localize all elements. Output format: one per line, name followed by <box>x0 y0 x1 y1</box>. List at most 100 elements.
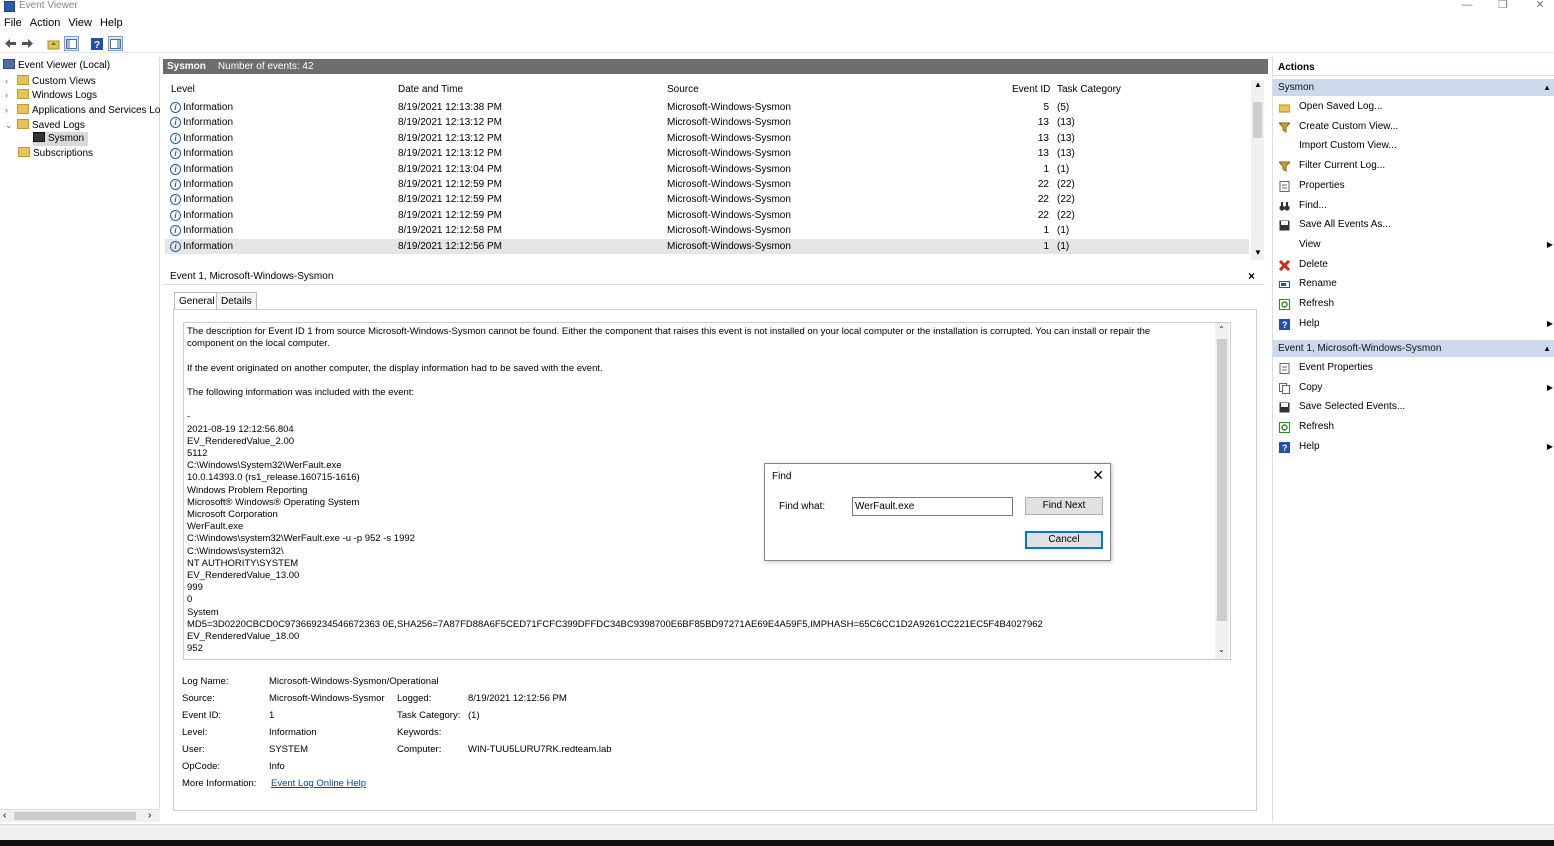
actions-section-event[interactable]: Event 1, Microsoft-Windows-Sysmon ▲ <box>1273 340 1554 357</box>
column-header-date-time[interactable]: Date and Time <box>398 84 463 95</box>
folder-icon <box>17 119 29 129</box>
find-next-button[interactable]: Find Next <box>1025 497 1103 515</box>
scroll-down-icon[interactable]: ▼ <box>1254 248 1262 257</box>
column-header-task-category[interactable]: Task Category <box>1057 84 1121 95</box>
submenu-arrow-icon: ▶ <box>1546 441 1553 451</box>
table-row[interactable]: i Information 8/19/2021 12:12:56 PM Microso… <box>165 238 1249 254</box>
action-label: View <box>1299 238 1321 250</box>
information-icon: i <box>170 225 181 237</box>
show-hide-tree-icon[interactable] <box>64 36 79 51</box>
collapse-icon[interactable]: ▲ <box>1543 340 1551 357</box>
tree-item-custom-views[interactable]: › Custom Views <box>5 74 96 88</box>
close-button[interactable]: ✕ <box>1520 0 1554 12</box>
folder-icon <box>17 104 29 114</box>
level-cell: Information <box>183 163 234 175</box>
menu-view[interactable]: View <box>64 15 96 32</box>
task-category-cell: (1) <box>1057 225 1070 237</box>
action-label: Find... <box>1299 199 1327 211</box>
action-delete[interactable]: Delete <box>1273 255 1554 275</box>
scrollbar-thumb[interactable] <box>14 812 136 820</box>
column-header-level[interactable]: Level <box>171 84 195 95</box>
information-icon: i <box>170 163 181 175</box>
tab-details[interactable]: Details <box>216 292 257 310</box>
menu-file[interactable]: File <box>0 15 26 32</box>
event-id-value: 1 <box>269 710 275 721</box>
chevron-right-icon[interactable]: › <box>5 88 17 102</box>
scrollbar-thumb[interactable] <box>1217 339 1227 621</box>
close-icon[interactable]: ✕ <box>1092 467 1104 484</box>
forward-arrow-icon[interactable] <box>20 36 35 51</box>
table-row[interactable]: i Information 8/19/2021 12:13:12 PM Microso… <box>165 146 1249 161</box>
chevron-right-icon[interactable]: › <box>5 74 17 88</box>
action-save-selected-events[interactable]: Save Selected Events... <box>1273 397 1554 417</box>
date-time-cell: 8/19/2021 12:13:12 PM <box>398 148 502 160</box>
column-header-source[interactable]: Source <box>667 84 699 95</box>
scroll-down-icon[interactable]: ⌄ <box>1218 645 1225 654</box>
tree-horizontal-scrollbar[interactable]: ‹ › <box>0 809 160 822</box>
tree-item-windows-logs[interactable]: › Windows Logs <box>5 88 97 102</box>
back-arrow-icon[interactable] <box>3 36 18 51</box>
table-row[interactable]: i Information 8/19/2021 12:12:59 PM Microso… <box>165 192 1249 207</box>
chevron-right-icon[interactable]: › <box>5 103 17 117</box>
tree-item-event-viewer-local[interactable]: Event Viewer (Local) <box>3 59 110 73</box>
action-rename[interactable]: Rename <box>1273 274 1554 294</box>
column-header-event-id[interactable]: Event ID <box>1012 84 1050 95</box>
scroll-left-icon[interactable]: ‹ <box>3 810 6 821</box>
action-save-all-events-as[interactable]: Save All Events As... <box>1273 215 1554 235</box>
restore-button[interactable]: ❐ <box>1483 0 1523 12</box>
help-icon[interactable]: ? <box>89 36 104 51</box>
tree-item-sysmon[interactable]: Sysmon <box>33 132 89 146</box>
source-cell: Microsoft-Windows-Sysmon <box>667 225 791 237</box>
source-label: Source: <box>182 693 215 704</box>
subscriptions-icon <box>18 147 30 157</box>
action-properties[interactable]: Properties <box>1273 176 1554 196</box>
tree-item-applications-services[interactable]: › Applications and Services Lo <box>5 103 160 117</box>
scrollbar-thumb[interactable] <box>1253 102 1262 138</box>
tab-general[interactable]: General <box>174 292 220 310</box>
table-row[interactable]: i Information 8/19/2021 12:12:58 PM Microso… <box>165 223 1249 238</box>
chevron-down-icon[interactable]: ⌄ <box>5 118 17 132</box>
action-copy[interactable]: Copy ▶ <box>1273 378 1554 398</box>
action-label: Refresh <box>1299 421 1335 433</box>
action-view[interactable]: View ▶ <box>1273 235 1554 255</box>
scroll-up-icon[interactable]: ⌃ <box>1218 325 1225 334</box>
grid-vertical-scrollbar[interactable]: ▲ ▼ <box>1251 80 1264 260</box>
table-row[interactable]: i Information 8/19/2021 12:13:38 PM Microso… <box>165 100 1249 115</box>
user-value: SYSTEM <box>269 744 309 755</box>
folder-up-icon[interactable] <box>46 36 61 51</box>
task-category-cell: (5) <box>1057 102 1070 113</box>
action-find[interactable]: Find... <box>1273 196 1554 216</box>
event-log-online-help-link[interactable]: Event Log Online Help <box>271 778 366 789</box>
table-row[interactable]: i Information 8/19/2021 12:13:12 PM Microso… <box>165 115 1249 130</box>
action-import-custom-view[interactable]: Import Custom View... <box>1273 136 1554 156</box>
menu-help[interactable]: Help <box>96 15 127 32</box>
action-filter-current-log[interactable]: Filter Current Log... <box>1273 156 1554 176</box>
action-open-saved-log[interactable]: Open Saved Log... <box>1273 97 1554 117</box>
action-event-properties[interactable]: Event Properties <box>1273 358 1554 378</box>
table-row[interactable]: i Information 8/19/2021 12:13:04 PM Microso… <box>165 162 1249 177</box>
action-help[interactable]: ? Help ▶ <box>1273 437 1554 457</box>
actions-section-sysmon[interactable]: Sysmon ▲ <box>1273 79 1554 96</box>
save-icon <box>1279 401 1290 413</box>
table-row[interactable]: i Information 8/19/2021 12:12:59 PM Microso… <box>165 208 1249 223</box>
tree-item-subscriptions[interactable]: Subscriptions <box>18 147 93 161</box>
collapse-icon[interactable]: ▲ <box>1543 79 1551 96</box>
find-what-input[interactable] <box>852 497 1013 516</box>
action-create-custom-view[interactable]: Create Custom View... <box>1273 117 1554 137</box>
level-cell: Information <box>183 148 234 160</box>
description-vertical-scrollbar[interactable]: ⌃ ⌄ <box>1215 323 1229 659</box>
scroll-up-icon[interactable]: ▲ <box>1254 80 1262 89</box>
menu-action[interactable]: Action <box>26 15 65 32</box>
cancel-button[interactable]: Cancel <box>1025 531 1103 549</box>
tree-item-saved-logs[interactable]: ⌄ Saved Logs <box>5 118 85 132</box>
table-row[interactable]: i Information 8/19/2021 12:13:12 PM Microso… <box>165 131 1249 146</box>
table-row[interactable]: i Information 8/19/2021 12:12:59 PM Microso… <box>165 177 1249 192</box>
scroll-right-icon[interactable]: › <box>148 810 151 821</box>
show-hide-action-pane-icon[interactable] <box>108 36 123 51</box>
action-refresh[interactable]: Refresh <box>1273 417 1554 437</box>
action-refresh[interactable]: Refresh <box>1273 294 1554 314</box>
event-id-cell: 1 <box>1043 225 1049 237</box>
close-detail-icon[interactable]: × <box>1248 268 1255 285</box>
minimize-button[interactable]: — <box>1447 0 1487 12</box>
action-help[interactable]: ? Help ▶ <box>1273 314 1554 334</box>
